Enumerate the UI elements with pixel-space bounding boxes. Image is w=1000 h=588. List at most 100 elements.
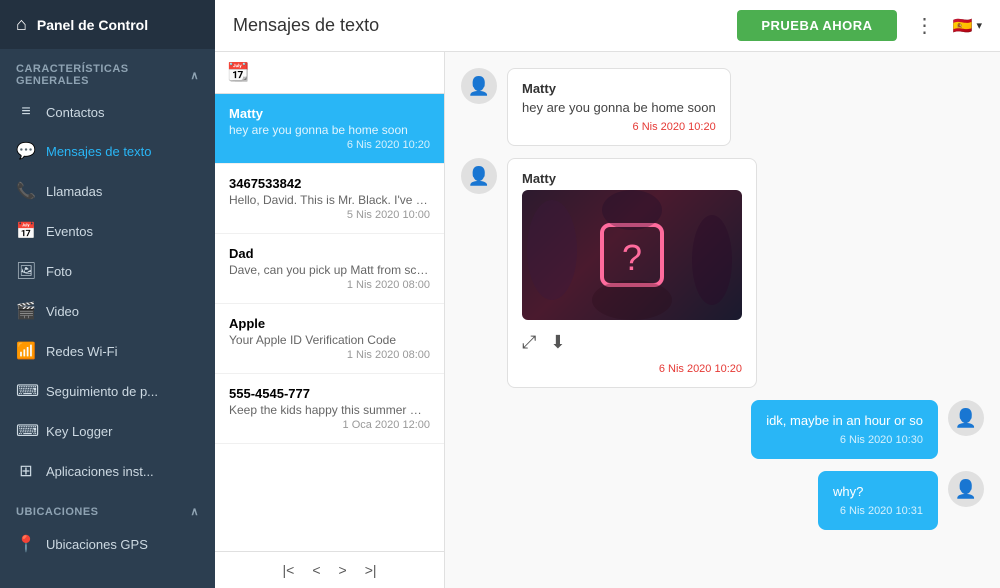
dropdown-arrow-icon: ▾ bbox=[976, 19, 982, 32]
video-icon: 🎬 bbox=[16, 301, 36, 321]
prev-page-button[interactable]: < bbox=[308, 560, 324, 580]
conv-item-matty[interactable]: Matty hey are you gonna be home soon 6 N… bbox=[215, 94, 444, 164]
message-text: idk, maybe in an hour or so bbox=[766, 413, 923, 428]
sidebar-item-ubicaciones-gps[interactable]: 📍 Ubicaciones GPS bbox=[0, 524, 215, 564]
message-bubble-2: Matty ? bbox=[507, 158, 757, 388]
conv-name: Dad bbox=[229, 246, 430, 261]
language-selector[interactable]: 🇪🇸 ▾ bbox=[953, 16, 982, 36]
message-time: 6 Nis 2020 10:31 bbox=[833, 505, 923, 517]
sidebar: ⌂ Panel de Control CARACTERÍSTICAS GENER… bbox=[0, 0, 215, 588]
conversation-list-scroll[interactable]: Matty hey are you gonna be home soon 6 N… bbox=[215, 94, 444, 551]
section-title-generales: CARACTERÍSTICAS GENERALES ∧ bbox=[0, 49, 215, 93]
message-bubble-4: why? 6 Nis 2020 10:31 bbox=[818, 471, 938, 530]
expand-icon[interactable]: ⤢ bbox=[522, 332, 536, 353]
conv-date: 1 Nis 2020 08:00 bbox=[229, 349, 430, 361]
conv-name: 555-4545-777 bbox=[229, 386, 430, 401]
message-panel: 👤 Matty hey are you gonna be home soon 6… bbox=[445, 52, 1000, 588]
message-sender: Matty bbox=[522, 171, 742, 186]
pagination: |< < > >| bbox=[215, 551, 444, 588]
avatar: 👤 bbox=[461, 158, 497, 194]
avatar: 👤 bbox=[948, 400, 984, 436]
conv-date: 6 Nis 2020 10:20 bbox=[229, 139, 430, 151]
conv-preview: Keep the kids happy this summer with ... bbox=[229, 403, 430, 417]
flag-icon: 🇪🇸 bbox=[953, 16, 973, 36]
chat-icon: 💬 bbox=[16, 141, 36, 161]
calendar-toolbar-icon: 📆 bbox=[227, 62, 249, 83]
wifi-icon: 📶 bbox=[16, 341, 36, 361]
section-title-ubicaciones: UBICACIONES ∧ bbox=[0, 491, 215, 524]
conv-item-dad[interactable]: Dad Dave, can you pick up Matt from scho… bbox=[215, 234, 444, 304]
message-bubble-wrap-out: idk, maybe in an hour or so 6 Nis 2020 1… bbox=[751, 400, 938, 459]
conv-name: Matty bbox=[229, 106, 430, 121]
person-icon: 👤 bbox=[955, 479, 977, 500]
keyboard-icon: ⌨ bbox=[16, 381, 36, 401]
next-page-button[interactable]: > bbox=[335, 560, 351, 580]
sidebar-item-redes[interactable]: 📶 Redes Wi-Fi bbox=[0, 331, 215, 371]
image-actions: ⤢ ⬇ bbox=[522, 328, 742, 357]
sidebar-item-foto[interactable]: 🖼 Foto bbox=[0, 251, 215, 291]
conv-date: 1 Nis 2020 08:00 bbox=[229, 279, 430, 291]
sidebar-item-aplicaciones[interactable]: ⊞ Aplicaciones inst... bbox=[0, 451, 215, 491]
message-text: why? bbox=[833, 484, 923, 499]
sidebar-item-seguimiento[interactable]: ⌨ Seguimiento de p... bbox=[0, 371, 215, 411]
message-time: 6 Nis 2020 10:20 bbox=[522, 121, 716, 133]
conv-date: 1 Oca 2020 12:00 bbox=[229, 419, 430, 431]
content-area: 📆 Matty hey are you gonna be home soon 6… bbox=[215, 52, 1000, 588]
sidebar-title: Panel de Control bbox=[37, 17, 148, 33]
sidebar-item-keylogger[interactable]: ⌨ Key Logger bbox=[0, 411, 215, 451]
photo-icon: 🖼 bbox=[16, 261, 36, 281]
sidebar-item-video[interactable]: 🎬 Video bbox=[0, 291, 215, 331]
conv-name: Apple bbox=[229, 316, 430, 331]
phone-icon: 📞 bbox=[16, 181, 36, 201]
sidebar-item-mensajes[interactable]: 💬 Mensajes de texto bbox=[0, 131, 215, 171]
message-bubble-1: Matty hey are you gonna be home soon 6 N… bbox=[507, 68, 731, 146]
conv-list-toolbar: 📆 bbox=[215, 52, 444, 94]
message-bubble-3: idk, maybe in an hour or so 6 Nis 2020 1… bbox=[751, 400, 938, 459]
message-row-outgoing-1: 👤 idk, maybe in an hour or so 6 Nis 2020… bbox=[461, 400, 984, 459]
avatar: 👤 bbox=[461, 68, 497, 104]
last-page-button[interactable]: >| bbox=[361, 560, 381, 580]
conv-item-apple[interactable]: Apple Your Apple ID Verification Code 1 … bbox=[215, 304, 444, 374]
person-icon: 👤 bbox=[468, 166, 490, 187]
download-icon[interactable]: ⬇ bbox=[550, 332, 565, 353]
more-options-icon[interactable]: ⋮ bbox=[909, 9, 941, 42]
message-time: 6 Nis 2020 10:30 bbox=[766, 434, 923, 446]
home-icon: ⌂ bbox=[16, 14, 27, 35]
message-bubble-wrap-image: Matty ? bbox=[507, 158, 757, 388]
sidebar-item-llamadas[interactable]: 📞 Llamadas bbox=[0, 171, 215, 211]
message-row: 👤 Matty hey are you gonna be home soon 6… bbox=[461, 68, 984, 146]
message-time: 6 Nis 2020 10:20 bbox=[522, 363, 742, 375]
sidebar-item-eventos[interactable]: 📅 Eventos bbox=[0, 211, 215, 251]
conv-preview: Hello, David. This is Mr. Black. I've no… bbox=[229, 193, 430, 207]
sidebar-header[interactable]: ⌂ Panel de Control bbox=[0, 0, 215, 49]
message-sender: Matty bbox=[522, 81, 716, 96]
sidebar-item-contactos[interactable]: ≡ Contactos bbox=[0, 93, 215, 131]
conv-preview: hey are you gonna be home soon bbox=[229, 123, 430, 137]
first-page-button[interactable]: |< bbox=[279, 560, 299, 580]
pin-icon: 📍 bbox=[16, 534, 36, 554]
message-bubble-wrap-out-2: why? 6 Nis 2020 10:31 bbox=[818, 471, 938, 530]
trial-button[interactable]: PRUEBA AHORA bbox=[737, 10, 896, 41]
message-row-outgoing-2: 👤 why? 6 Nis 2020 10:31 bbox=[461, 471, 984, 530]
conv-preview: Dave, can you pick up Matt from schoo... bbox=[229, 263, 430, 277]
keylogger-icon: ⌨ bbox=[16, 421, 36, 441]
conversation-list-panel: 📆 Matty hey are you gonna be home soon 6… bbox=[215, 52, 445, 588]
message-row-image: 👤 Matty ? bbox=[461, 158, 984, 388]
message-bubble-wrap: Matty hey are you gonna be home soon 6 N… bbox=[507, 68, 731, 146]
conv-name: 3467533842 bbox=[229, 176, 430, 191]
topbar: Mensajes de texto PRUEBA AHORA ⋮ 🇪🇸 ▾ bbox=[215, 0, 1000, 52]
avatar: 👤 bbox=[948, 471, 984, 507]
main-panel: Mensajes de texto PRUEBA AHORA ⋮ 🇪🇸 ▾ 📆 … bbox=[215, 0, 1000, 588]
person-icon: 👤 bbox=[468, 76, 490, 97]
conv-preview: Your Apple ID Verification Code bbox=[229, 333, 430, 347]
person-icon: 👤 bbox=[955, 408, 977, 429]
apps-icon: ⊞ bbox=[16, 461, 36, 481]
image-bg-decor bbox=[522, 190, 742, 320]
list-icon: ≡ bbox=[16, 103, 36, 121]
conv-item-555[interactable]: 555-4545-777 Keep the kids happy this su… bbox=[215, 374, 444, 444]
message-image: ? bbox=[522, 190, 742, 320]
page-title: Mensajes de texto bbox=[233, 15, 725, 36]
message-scroll[interactable]: 👤 Matty hey are you gonna be home soon 6… bbox=[445, 52, 1000, 588]
conv-item-3467533842[interactable]: 3467533842 Hello, David. This is Mr. Bla… bbox=[215, 164, 444, 234]
conv-date: 5 Nis 2020 10:00 bbox=[229, 209, 430, 221]
